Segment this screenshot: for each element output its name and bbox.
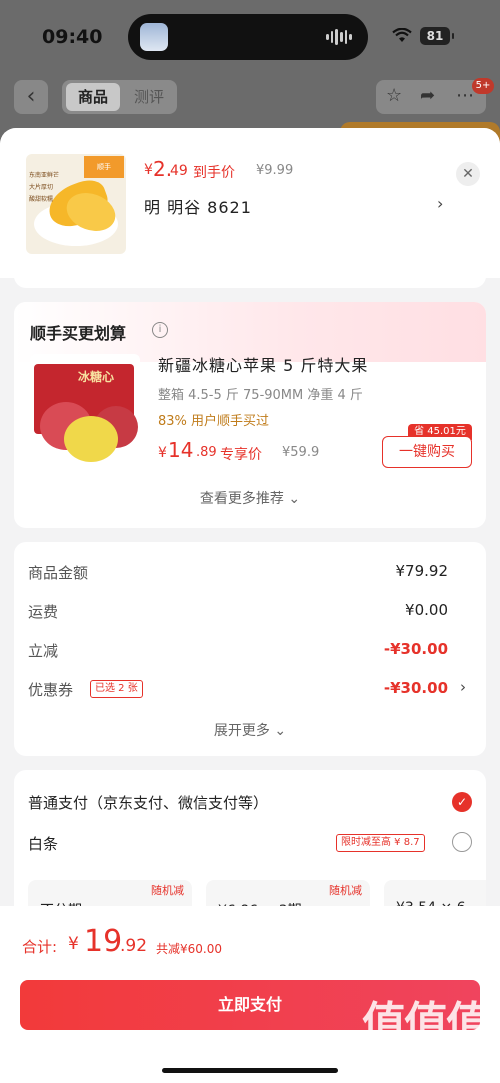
amount-label: 运费 — [28, 603, 59, 621]
baitiao-payment-option[interactable]: 白条 — [28, 833, 58, 854]
expand-more-link[interactable]: 展开更多 ⌄ — [14, 720, 486, 740]
tab-review[interactable]: 测评 — [126, 83, 172, 111]
close-button[interactable]: ✕ — [456, 162, 480, 186]
nav-actions: ☆ ➦ ⋯ — [376, 80, 486, 114]
amounts-card: 商品金额 ¥79.92 运费 ¥0.00 立减 -¥30.00 优惠券 已选 2… — [14, 542, 486, 756]
normal-payment-option[interactable]: 普通支付（京东支付、微信支付等） — [28, 792, 268, 813]
recommend-bought-ratio: 83% 用户顺手买过 — [158, 414, 270, 429]
random-discount-tag: 随机减 — [151, 884, 184, 897]
amount-value: ¥79.92 — [395, 562, 449, 580]
watermark-logo: 值值值 — [362, 998, 490, 1049]
amount-label: 立减 — [28, 642, 59, 660]
recommend-price-tag: 专享价 — [220, 447, 262, 463]
unchecked-radio[interactable] — [452, 832, 472, 852]
watermark: 值值值 zhizhizhi.com — [350, 998, 500, 1083]
coupon-tag: 已选 2 张 — [90, 680, 143, 698]
recommend-title: 顺手买更划算 — [30, 324, 127, 343]
recommend-product-name[interactable]: 新疆冰糖心苹果 5 斤特大果 — [158, 352, 368, 376]
one-click-buy-button[interactable]: 一键购买 — [382, 436, 472, 468]
total-saving: 共减¥60.00 — [156, 942, 222, 956]
nav-tabs: 商品 测评 — [62, 80, 177, 114]
original-price: ¥9.99 — [256, 163, 294, 178]
recommend-product-image[interactable]: 冰糖心 — [30, 354, 140, 466]
section-divider — [14, 268, 486, 288]
image-label: 大片厚切 — [29, 184, 54, 191]
price-decimal: 49 — [170, 163, 188, 179]
image-label: 酸甜软糯 — [29, 196, 54, 203]
coupon-value[interactable]: -¥30.00 — [384, 679, 448, 697]
price-symbol: ¥ — [144, 162, 153, 178]
chevron-right-icon[interactable]: › — [437, 194, 443, 213]
amount-value: ¥0.00 — [405, 601, 448, 619]
checked-icon[interactable]: ✓ — [452, 792, 472, 812]
package-label: 顺手 — [84, 156, 124, 178]
status-time: 09:40 — [42, 26, 103, 48]
more-recommend-link[interactable]: 查看更多推荐 ⌄ — [14, 488, 486, 508]
tab-goods[interactable]: 商品 — [66, 83, 120, 111]
message-badge: 5+ — [472, 78, 494, 94]
recommend-price-symbol: ¥ — [158, 445, 167, 461]
image-script: 冰糖心 — [78, 370, 115, 384]
recommend-price-integer: 14 — [168, 438, 194, 462]
baitiao-promo-tag: 限时减至高 ¥ 8.7 — [336, 834, 425, 852]
amount-value: -¥30.00 — [383, 640, 448, 658]
recommend-original-price: ¥59.9 — [282, 445, 320, 460]
product-header: 东南亚鲜芒 大片厚切 酸甜软糯 顺手 ¥ 2. 49 到手价 ¥9.99 明 明… — [0, 128, 500, 278]
watermark-url: zhizhizhi.com — [377, 1051, 473, 1067]
coupon-label[interactable]: 优惠券 — [28, 679, 73, 700]
random-discount-tag: 随机减 — [329, 884, 362, 897]
info-icon[interactable]: i — [152, 322, 168, 338]
price-tag: 到手价 — [193, 165, 235, 181]
total-label: 合计: — [22, 938, 58, 956]
total-symbol: ¥ — [68, 934, 79, 954]
star-icon[interactable]: ☆ — [386, 85, 402, 106]
total-integer: 19 — [84, 924, 123, 959]
recommend-card: 顺手买更划算 i 冰糖心 新疆冰糖心苹果 5 斤特大果 整箱 4.5-5 斤 7… — [14, 302, 486, 528]
now-playing-thumbnail — [140, 23, 168, 51]
share-icon[interactable]: ➦ — [420, 85, 435, 106]
audio-wave-icon — [326, 29, 353, 45]
product-thumbnail: 东南亚鲜芒 大片厚切 酸甜软糯 顺手 — [26, 154, 126, 254]
dynamic-island — [128, 14, 368, 60]
image-label: 东南亚鲜芒 — [29, 172, 60, 179]
chevron-right-icon[interactable]: › — [460, 678, 466, 696]
back-button[interactable]: ‹ — [14, 80, 48, 114]
selected-spec[interactable]: 明 明谷 8621 — [144, 194, 252, 218]
battery-icon: 81 — [420, 27, 454, 45]
wifi-icon — [392, 27, 412, 49]
home-indicator — [162, 1068, 338, 1073]
amount-label: 商品金额 — [28, 564, 89, 582]
recommend-product-spec: 整箱 4.5-5 斤 75-90MM 净重 4 斤 — [158, 388, 363, 403]
total-decimal: .92 — [120, 936, 148, 956]
recommend-price-decimal: .89 — [196, 445, 217, 460]
